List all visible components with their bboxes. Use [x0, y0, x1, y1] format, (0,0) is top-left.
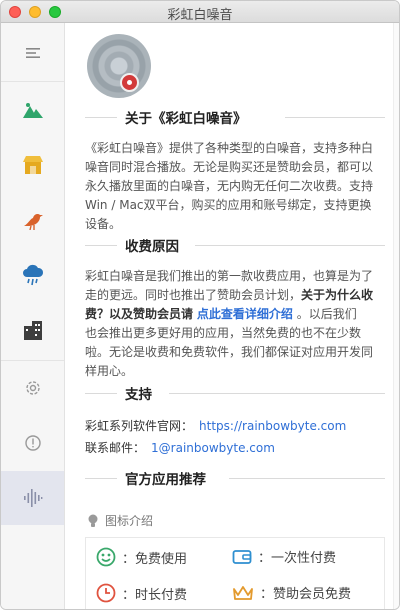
legend-one-time: ：一次性付费 — [232, 547, 336, 566]
text-line: 啦。无论是收费和免费软件，我们都保证对应用开发同 — [85, 345, 374, 359]
text-segment: 。以后我们 — [296, 307, 357, 321]
text-line: 彩虹白噪音是我们推出的第一款收费应用，也算是为了 — [85, 269, 374, 283]
details-link[interactable]: 点此查看详细介绍 — [197, 307, 293, 321]
shop-icon — [22, 156, 43, 174]
section-title: 支持 — [125, 387, 152, 403]
sidebar-divider — [1, 360, 64, 361]
about-description: 《彩虹白噪音》提供了各种类型的白噪音，支持多种白 噪音同时混合播放。无论是购买还… — [85, 139, 385, 234]
text-line: 也会推出更多更好用的应用，当然免费的也不在少数 — [85, 326, 362, 340]
text-line: Win / Mac双平台，购买的应用和账号绑定，支持更换 — [85, 198, 372, 212]
website-row: 彩虹系列软件官网： https://rainbowbyte.com — [85, 417, 346, 434]
text-line: 永久播放里面的白噪音，无内购无任何二次收费。支持 — [85, 179, 374, 193]
text-line: 费？以及赞助会员请 点此查看详细介绍 。以后我们 — [85, 305, 385, 324]
text-line: 设备。 — [85, 217, 122, 231]
reason-description: 彩虹白噪音是我们推出的第一款收费应用，也算是为了 走的更远。同时也推出了赞助会员… — [85, 267, 385, 381]
section-about-header: 关于《彩虹白噪音》 — [85, 107, 385, 127]
sidebar — [1, 23, 65, 609]
nature-icon — [22, 103, 43, 118]
bird-icon — [23, 214, 43, 230]
wallet-icon — [232, 549, 252, 564]
title-bar: 彩虹白噪音 — [1, 1, 399, 23]
crown-icon — [233, 585, 253, 600]
email-row: 联系邮件： 1@rainbowbyte.com — [85, 439, 275, 456]
sidebar-item-bird[interactable] — [1, 200, 64, 240]
sidebar-item-menu[interactable] — [1, 33, 64, 73]
legend-label: ：时长付费 — [122, 587, 188, 603]
divider — [285, 117, 385, 118]
section-reason-header: 收费原因 — [85, 235, 385, 255]
divider — [85, 117, 117, 118]
legend-label: ：一次性付费 — [258, 551, 337, 566]
text-line: 噪音同时混合播放。无论是购买还是赞助会员，都可以 — [85, 160, 374, 174]
legend-sponsor-free: ：赞助会员免费 — [232, 583, 351, 602]
divider — [85, 245, 117, 246]
scrollbar[interactable] — [393, 23, 399, 609]
section-title: 收费原因 — [125, 239, 179, 255]
app-logo — [87, 34, 151, 98]
section-recommend-header: 官方应用推荐 — [85, 468, 385, 488]
free-icon — [96, 547, 116, 567]
divider — [85, 478, 117, 479]
window-title: 彩虹白噪音 — [167, 8, 233, 23]
icon-legend-header: 图标介绍 — [87, 512, 153, 529]
sidebar-item-rain[interactable] — [1, 255, 64, 295]
website-label: 彩虹系列软件官网： — [85, 419, 194, 433]
text-line: 样用心。 — [85, 364, 134, 378]
sidebar-item-sound[interactable] — [1, 471, 64, 525]
settings-icon — [25, 381, 40, 395]
text-segment: 走的更远。同时也推出了赞助会员计划， — [85, 288, 302, 302]
emphasis-text: 关于为什么收 — [301, 288, 374, 302]
record-badge-icon — [120, 73, 139, 92]
legend-label: ：赞助会员免费 — [260, 587, 352, 602]
section-title: 关于《彩虹白噪音》 — [125, 111, 247, 127]
lightbulb-icon — [88, 514, 98, 527]
text-line: 《彩虹白噪音》提供了各种类型的白噪音，支持多种白 — [85, 141, 374, 155]
sidebar-item-shop[interactable] — [1, 145, 64, 185]
divider — [229, 478, 385, 479]
divider — [169, 393, 385, 394]
sidebar-item-nature[interactable] — [1, 90, 64, 130]
city-icon — [23, 321, 42, 340]
sidebar-item-settings[interactable] — [1, 368, 64, 408]
legend-duration: ：时长付费 — [96, 583, 187, 603]
legend-title: 图标介绍 — [105, 514, 154, 528]
emphasis-text: 费？以及赞助会员请 — [85, 307, 194, 321]
legend-free: ：免费使用 — [96, 547, 187, 567]
about-panel: 关于《彩虹白噪音》 《彩虹白噪音》提供了各种类型的白噪音，支持多种白 噪音同时混… — [65, 23, 393, 609]
website-link[interactable]: https://rainbowbyte.com — [199, 419, 346, 433]
divider — [85, 393, 117, 394]
sidebar-item-city[interactable] — [1, 310, 64, 350]
info-icon — [24, 435, 41, 451]
email-link[interactable]: 1@rainbowbyte.com — [151, 441, 275, 455]
sidebar-divider — [1, 81, 64, 82]
sidebar-item-info[interactable] — [1, 423, 64, 463]
rain-cloud-icon — [22, 264, 43, 286]
text-line: 走的更远。同时也推出了赞助会员计划，关于为什么收 — [85, 286, 385, 305]
section-title: 官方应用推荐 — [125, 472, 206, 488]
sound-wave-icon — [23, 489, 42, 507]
icon-legend: ：免费使用 ：一次性付费 ：时长付费 ：赞助会员免费 — [85, 537, 385, 609]
clock-icon — [96, 583, 116, 603]
app-window: 彩虹白噪音 关于《彩虹白噪音》 《彩虹白噪音》提供了各种类型的白噪音，支持多种白… — [0, 0, 400, 610]
email-label: 联系邮件： — [85, 441, 146, 455]
divider — [195, 245, 385, 246]
legend-label: ：免费使用 — [122, 551, 188, 567]
menu-icon — [25, 48, 40, 58]
section-support-header: 支持 — [85, 383, 385, 403]
